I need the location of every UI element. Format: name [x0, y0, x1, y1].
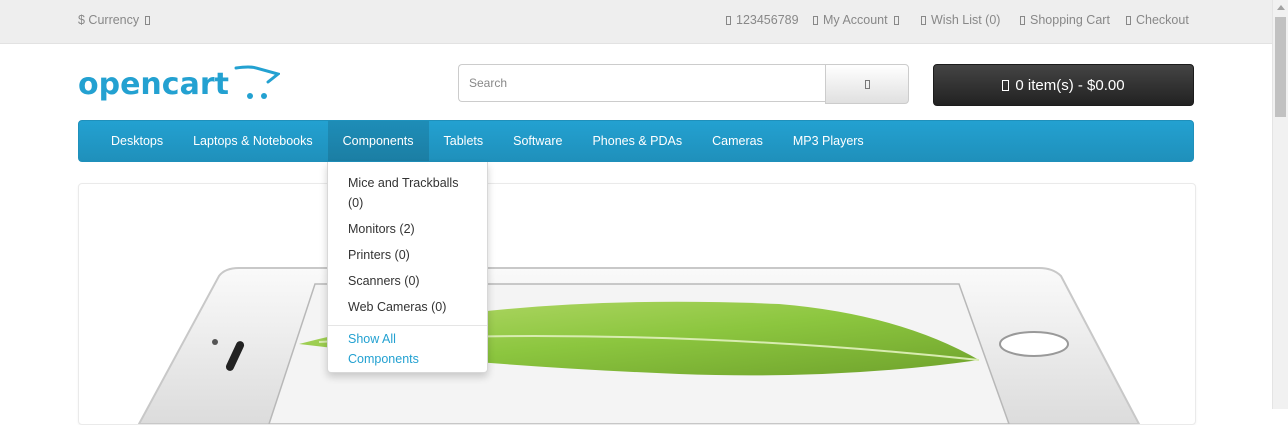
menu-item-mp3-players[interactable]: MP3 Players	[778, 121, 879, 161]
menu-item-cameras[interactable]: Cameras	[697, 121, 778, 161]
show-all-components-link[interactable]: Show All Components	[348, 329, 438, 369]
user-icon	[813, 15, 818, 25]
components-dropdown: Mice and Trackballs (0) Monitors (2) Pri…	[327, 162, 488, 373]
share-icon	[1126, 15, 1131, 25]
phone-icon	[726, 15, 731, 25]
search-button[interactable]	[825, 64, 909, 104]
checkout-label: Checkout	[1136, 13, 1189, 27]
checkout-link[interactable]: Checkout	[1126, 13, 1189, 27]
opencart-logo[interactable]: opencart	[78, 64, 282, 104]
cart-button[interactable]: 0 item(s) - $0.00	[933, 64, 1194, 106]
currency-selector[interactable]: $ Currency	[78, 13, 151, 27]
wish-list-label: Wish List (0)	[931, 13, 1001, 27]
caret-down-icon	[893, 15, 899, 25]
shopping-cart-icon	[1002, 79, 1010, 91]
currency-label: $ Currency	[78, 13, 140, 27]
shopping-cart-link[interactable]: Shopping Cart	[1020, 13, 1110, 27]
wish-list-link[interactable]: Wish List (0)	[921, 13, 1000, 27]
dropdown-item-web-cameras[interactable]: Web Cameras (0)	[348, 297, 473, 317]
menu-item-laptops-notebooks[interactable]: Laptops & Notebooks	[178, 121, 328, 161]
menu-item-components[interactable]: Components	[327, 121, 429, 161]
heart-icon	[921, 15, 926, 25]
shopping-cart-icon	[1020, 15, 1025, 25]
scroll-up-arrow-icon[interactable]	[1277, 5, 1285, 10]
logo-wordmark: opencart	[78, 67, 229, 102]
menu-item-tablets[interactable]: Tablets	[429, 121, 499, 161]
shopping-cart-label: Shopping Cart	[1030, 13, 1110, 27]
slideshow-banner[interactable]	[78, 183, 1196, 425]
search-input[interactable]	[458, 64, 826, 102]
menu-item-software[interactable]: Software	[498, 121, 577, 161]
phone-number: 123456789	[736, 13, 799, 27]
dropdown-item-mice-trackballs[interactable]: Mice and Trackballs (0)	[348, 173, 473, 213]
menu-item-desktops[interactable]: Desktops	[96, 121, 178, 161]
caret-down-icon	[145, 15, 151, 25]
dropdown-item-scanners[interactable]: Scanners (0)	[348, 271, 473, 291]
menu-item-phones-pdas[interactable]: Phones & PDAs	[577, 121, 697, 161]
dropdown-divider	[328, 325, 487, 326]
dropdown-item-monitors[interactable]: Monitors (2)	[348, 219, 473, 239]
cart-summary: 0 item(s) - $0.00	[1015, 76, 1125, 94]
page-scrollbar[interactable]	[1272, 0, 1288, 409]
logo-graphic: opencart	[78, 65, 282, 102]
my-account-link[interactable]: My Account	[813, 13, 899, 27]
iphone-banner-image	[137, 267, 1141, 424]
main-menu: Desktops Laptops & Notebooks Components …	[78, 120, 1194, 162]
phone-link[interactable]: 123456789	[726, 13, 799, 27]
scrollbar-thumb[interactable]	[1275, 17, 1286, 117]
search-icon	[864, 79, 870, 89]
top-bar: $ Currency 123456789 My Account Wish Lis…	[0, 0, 1272, 44]
dropdown-item-printers[interactable]: Printers (0)	[348, 245, 473, 265]
my-account-label: My Account	[823, 13, 888, 27]
